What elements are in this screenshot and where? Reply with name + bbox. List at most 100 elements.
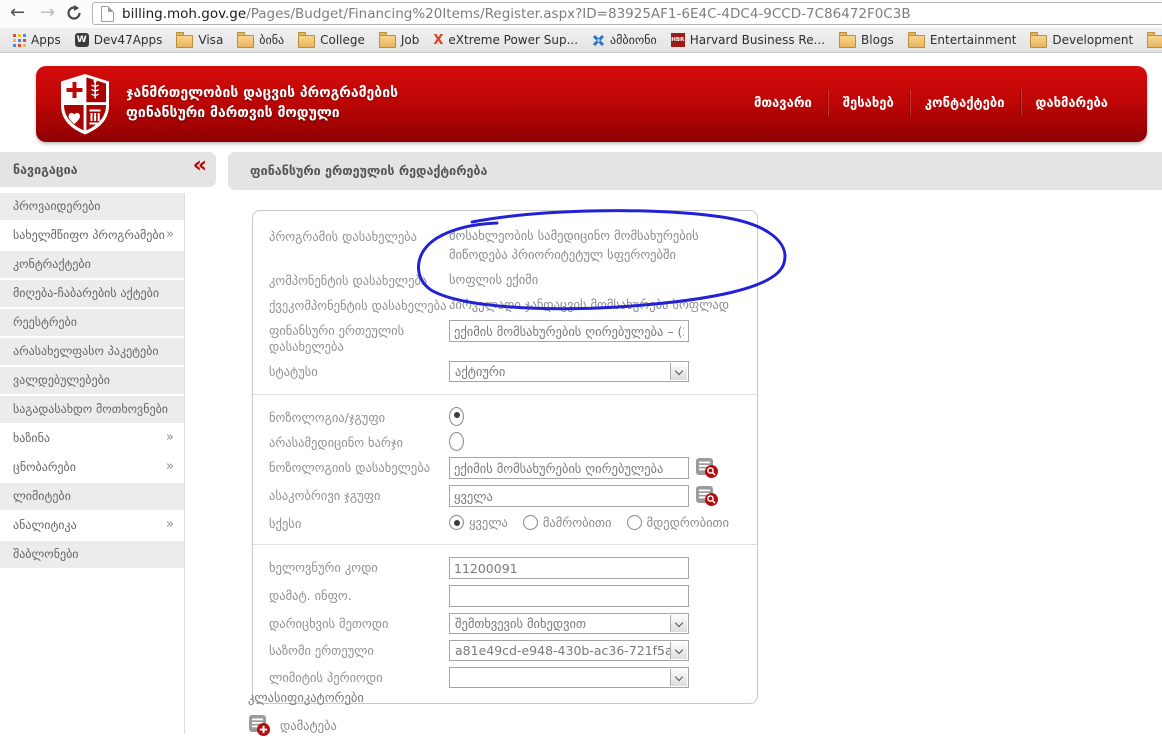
back-button[interactable]: ← xyxy=(10,2,25,24)
classifiers-section: კლასიფიკატორები დამატება xyxy=(248,690,364,737)
site-header: ჯანმრთელობის დაცვის პროგრამების ფინანსურ… xyxy=(36,66,1147,142)
lookup-search-icon[interactable] xyxy=(695,457,719,479)
bookmark-extreme[interactable]: eXtreme Power Sup... xyxy=(426,30,585,51)
browser-toolbar: ← → billing.moh.gov.ge/Pages/Budget/Fina… xyxy=(0,0,1162,28)
status-label: სტატუსი xyxy=(269,364,318,379)
bookmark-label: Entertainment xyxy=(929,33,1017,47)
nav-home[interactable]: მთავარი xyxy=(739,91,827,116)
chevron-down-icon[interactable] xyxy=(670,642,687,659)
folder-icon xyxy=(237,31,255,48)
bookmark-label: Job xyxy=(400,33,420,47)
header-nav: მთავარი შესახებ კონტაქტები დახმარება xyxy=(739,89,1123,117)
url-bar[interactable]: billing.moh.gov.ge/Pages/Budget/Financin… xyxy=(92,2,1162,25)
nav-about[interactable]: შესახებ xyxy=(828,91,909,116)
nonmedical-expense-radio[interactable] xyxy=(449,432,464,451)
bookmark-label: ამბიონი xyxy=(610,33,657,47)
bookmark-label: Harvard Business Re... xyxy=(689,33,826,47)
hbr-icon xyxy=(670,33,685,47)
sidebar-item-registers[interactable]: რეესტრები xyxy=(0,309,184,338)
sidebar-item-providers[interactable]: პროვაიდერები xyxy=(0,193,184,222)
status-select-value: აქტიური xyxy=(455,364,506,379)
site-title: ჯანმრთელობის დაცვის პროგრამების ფინანსურ… xyxy=(126,83,398,123)
additional-info-input[interactable] xyxy=(449,585,689,607)
bookmark-hbr[interactable]: Harvard Business Re... xyxy=(664,30,832,51)
status-select[interactable]: აქტიური xyxy=(449,361,689,382)
measure-unit-select[interactable]: a81e49cd-e948-430b-ac36-721f5a4b911 xyxy=(449,640,689,661)
bookmark-job[interactable]: Job xyxy=(372,30,427,51)
wordpress-icon xyxy=(74,33,89,47)
sidebar-title: ნავიგაცია xyxy=(13,162,78,177)
folder-icon xyxy=(907,31,925,48)
finunit-name-input[interactable] xyxy=(449,320,689,342)
apps-grid-icon xyxy=(13,33,26,47)
nosology-name-input[interactable] xyxy=(449,457,689,479)
bookmark-development[interactable]: Development xyxy=(1023,30,1140,51)
nosology-group-radio[interactable] xyxy=(449,407,464,426)
folder-icon xyxy=(1147,31,1162,48)
nav-help[interactable]: დახმარება xyxy=(1021,91,1123,116)
sidebar-collapse-icon[interactable]: « xyxy=(193,153,207,178)
limit-period-select[interactable] xyxy=(449,667,689,688)
finunit-name-label: ფინანსური ერთეულის დასახელება xyxy=(269,323,405,354)
form-divider xyxy=(253,544,757,545)
sidebar-item-obligations[interactable]: ვალდებულებები xyxy=(0,367,184,396)
sidebar-item-analytics[interactable]: ანალიტიკა xyxy=(0,511,184,541)
sidebar-item-templates[interactable]: შაბლონები xyxy=(0,541,184,570)
form-divider xyxy=(253,394,757,395)
measure-unit-label: საზომი ერთეული xyxy=(269,643,374,658)
nosology-group-label: ნოზოლოგია/ჯგუფი xyxy=(269,410,386,425)
refresh-button[interactable] xyxy=(66,5,82,27)
nav-contacts[interactable]: კონტაქტები xyxy=(910,91,1020,116)
site-title-line1: ჯანმრთელობის დაცვის პროგრამების xyxy=(126,85,399,101)
classifier-add-label: დამატება xyxy=(280,718,337,733)
bookmark-label: College xyxy=(320,33,365,47)
sidebar-item-references[interactable]: ცნობარები xyxy=(0,453,184,483)
limit-period-label: ლიმიტის პერიოდი xyxy=(269,670,383,685)
sex-female-radio[interactable] xyxy=(626,515,642,530)
artificial-code-input[interactable] xyxy=(449,557,689,579)
chevron-down-icon[interactable] xyxy=(670,669,687,686)
nosology-name-label: ნოზოლოგიის დასახელება xyxy=(269,460,431,475)
sidebar-item-limits[interactable]: ლიმიტები xyxy=(0,483,184,512)
sidebar-item-state-programs[interactable]: სახელმწიფო პროგრამები xyxy=(0,221,184,251)
bookmark-entertainment[interactable]: Entertainment xyxy=(901,30,1024,51)
bookmark-blogs[interactable]: Blogs xyxy=(832,30,901,51)
age-group-input[interactable] xyxy=(449,485,689,507)
sidebar-item-acceptance-acts[interactable]: მიღება-ჩაბარების აქტები xyxy=(0,280,184,309)
sex-male-radio[interactable] xyxy=(522,515,538,530)
sidebar-item-payment-requests[interactable]: საგადასახდო მოთხოვნები xyxy=(0,396,184,425)
chevron-down-icon[interactable] xyxy=(670,615,687,632)
refresh-icon xyxy=(67,5,81,20)
bookmark-dev47apps[interactable]: Dev47Apps xyxy=(68,30,170,51)
accrual-method-label: დარიცხვის მეთოდი xyxy=(269,616,389,631)
accrual-method-select[interactable]: შემთხვევის მიხედვით xyxy=(449,613,689,634)
url-text: billing.moh.gov.ge/Pages/Budget/Financin… xyxy=(122,6,911,22)
bookmark-bina[interactable]: ბინა xyxy=(230,30,291,51)
bookmark-visa[interactable]: Visa xyxy=(169,30,230,51)
site-title-line2: ფინანსური მართვის მოდული xyxy=(126,105,340,121)
chevron-down-icon[interactable] xyxy=(670,363,687,380)
bookmark-ambioni[interactable]: ამბიონი xyxy=(585,30,664,51)
component-name-value: სოფლის ექიმი xyxy=(449,272,539,287)
subcomponent-name-value: პირველადი ჯანდაცვის მომსახურება სოფლად xyxy=(449,297,729,312)
bookmark-mindtools[interactable]: Mind Tools xyxy=(1140,30,1162,51)
url-path: /Pages/Budget/Financing%20Items/Register… xyxy=(246,5,911,22)
component-name-label: კომპონენტის დასახელება xyxy=(269,273,428,288)
measure-unit-value: a81e49cd-e948-430b-ac36-721f5a4b911 xyxy=(455,643,670,658)
bookmark-apps[interactable]: Apps xyxy=(6,30,68,51)
logo-shield xyxy=(58,73,112,140)
sidebar-item-treasury[interactable]: ხაზინა xyxy=(0,424,184,454)
bookmark-label: Blogs xyxy=(861,33,894,47)
sidebar-item-nonsalary-packages[interactable]: არასახელფასო პაკეტები xyxy=(0,338,184,367)
sex-all-radio[interactable] xyxy=(449,515,464,530)
nonmedical-expense-label: არასამედიცინო ხარჯი xyxy=(269,435,404,450)
sex-female-label: მდედრობითი xyxy=(646,515,730,530)
forward-button[interactable]: → xyxy=(40,2,55,24)
lookup-search-icon[interactable] xyxy=(695,485,719,507)
bookmark-label: eXtreme Power Sup... xyxy=(448,33,579,47)
bookmark-college[interactable]: College xyxy=(291,30,372,51)
sidebar-item-contracts[interactable]: კონტრაქტები xyxy=(0,251,184,280)
subcomponent-name-label: ქვეკომპონენტის დასახელება xyxy=(269,298,447,313)
artificial-code-label: ხელოვნური კოდი xyxy=(269,560,378,575)
folder-icon xyxy=(1030,31,1048,48)
